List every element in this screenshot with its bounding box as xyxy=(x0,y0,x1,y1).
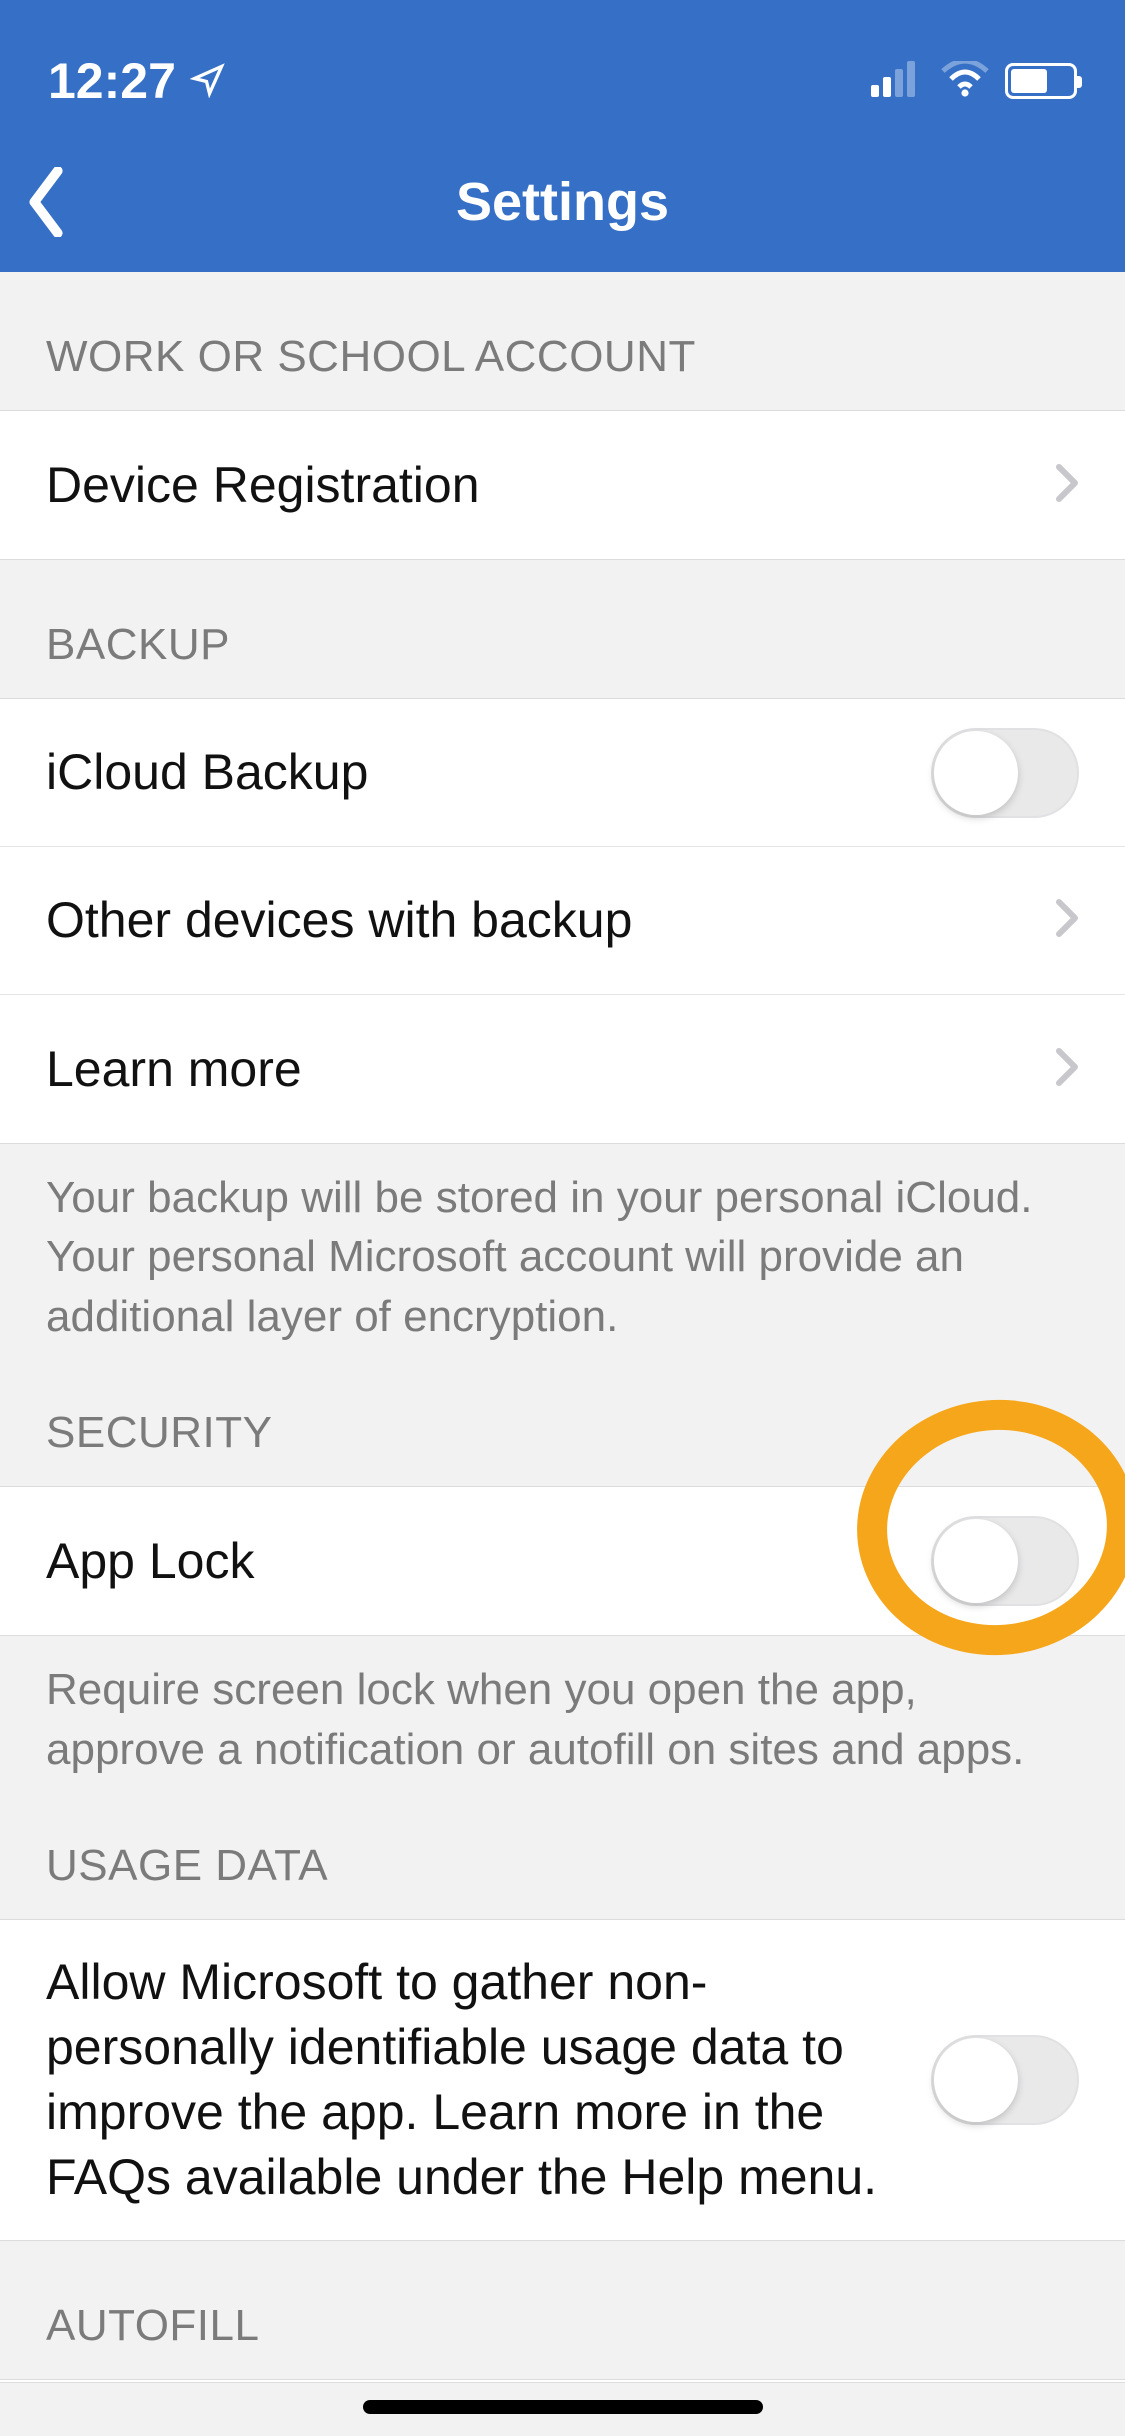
back-button[interactable] xyxy=(28,167,68,237)
section-footer-security: Require screen lock when you open the ap… xyxy=(0,1636,1125,1809)
page-title: Settings xyxy=(0,171,1125,233)
toggle-app-lock[interactable] xyxy=(931,1516,1079,1606)
chevron-right-icon xyxy=(1055,1047,1079,1092)
toggle-icloud-backup[interactable] xyxy=(931,728,1079,818)
cellular-signal-icon xyxy=(871,61,925,102)
row-device-registration[interactable]: Device Registration xyxy=(0,411,1125,559)
row-label: Learn more xyxy=(46,1037,1055,1102)
status-bar: 12:27 xyxy=(0,0,1125,132)
row-label: App Lock xyxy=(46,1529,931,1594)
wifi-icon xyxy=(941,61,989,102)
row-icloud-backup[interactable]: iCloud Backup xyxy=(0,699,1125,847)
row-label: Allow Microsoft to gather non-personally… xyxy=(46,1950,931,2210)
row-label: iCloud Backup xyxy=(46,740,931,805)
status-time: 12:27 xyxy=(48,52,176,110)
row-usage-data[interactable]: Allow Microsoft to gather non-personally… xyxy=(0,1920,1125,2240)
chevron-right-icon xyxy=(1055,463,1079,508)
chevron-right-icon xyxy=(1055,898,1079,943)
section-header-security: SECURITY xyxy=(0,1376,1125,1486)
section-header-backup: BACKUP xyxy=(0,560,1125,698)
section-header-autofill: AUTOFILL xyxy=(0,2241,1125,2379)
section-header-usage-data: USAGE DATA xyxy=(0,1809,1125,1919)
row-app-lock[interactable]: App Lock xyxy=(0,1487,1125,1635)
row-other-devices-backup[interactable]: Other devices with backup xyxy=(0,847,1125,995)
row-learn-more-backup[interactable]: Learn more xyxy=(0,995,1125,1143)
location-icon xyxy=(190,52,226,110)
row-label: Device Registration xyxy=(46,453,1055,518)
section-header-work-school: WORK OR SCHOOL ACCOUNT xyxy=(0,272,1125,410)
battery-icon xyxy=(1005,63,1077,99)
section-footer-backup: Your backup will be stored in your perso… xyxy=(0,1144,1125,1376)
home-indicator[interactable] xyxy=(363,2400,763,2414)
toggle-usage-data[interactable] xyxy=(931,2035,1079,2125)
row-label: Other devices with backup xyxy=(46,888,1055,953)
nav-bar: Settings xyxy=(0,132,1125,272)
